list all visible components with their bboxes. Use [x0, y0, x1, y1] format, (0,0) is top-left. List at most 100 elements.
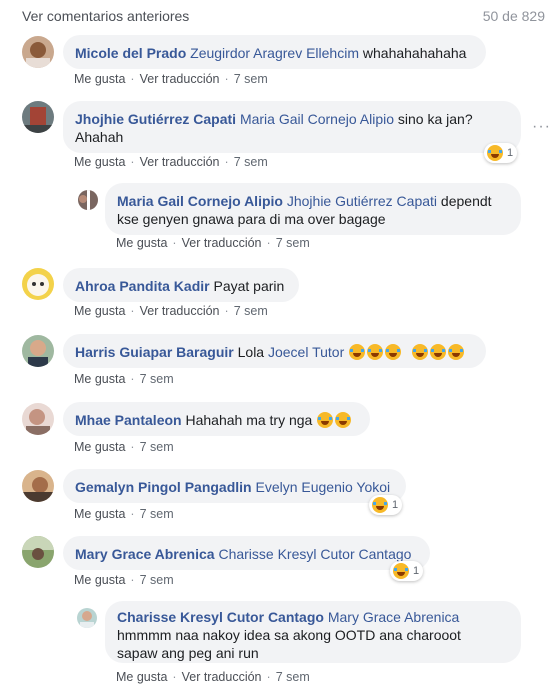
mention-link[interactable]: Jhojhie Gutiérrez Capati: [287, 193, 437, 209]
separator: ·: [172, 670, 177, 684]
laughing-emoji-icon: [487, 145, 503, 161]
comment-bubble: Gemalyn Pingol Pangadlin Evelyn Eugenio …: [63, 469, 406, 503]
comment-text: sino ka jan?: [397, 111, 473, 127]
comment-text: Hahahah ma try nga: [185, 412, 313, 428]
separator: ·: [130, 372, 135, 386]
comment-actions: Me gusta · Ver traducción · 7 sem: [74, 72, 268, 86]
comment-actions: Me gusta · 7 sem: [74, 507, 174, 521]
more-options-icon[interactable]: ···: [532, 118, 551, 136]
separator: ·: [130, 573, 135, 587]
reaction-summary[interactable]: 1: [390, 561, 424, 581]
comment-author[interactable]: Mary Grace Abrenica: [75, 546, 215, 562]
timestamp[interactable]: 7 sem: [140, 440, 174, 454]
timestamp[interactable]: 7 sem: [234, 72, 268, 86]
mention-link[interactable]: Mary Grace Abrenica: [328, 609, 460, 625]
comment-text: sapaw ang peg ani run: [117, 645, 259, 661]
like-button[interactable]: Me gusta: [116, 236, 167, 250]
mention-link[interactable]: Maria Gail Cornejo Alipio: [240, 111, 394, 127]
comment-author[interactable]: Ahroa Pandita Kadir: [75, 278, 210, 294]
avatar[interactable]: [78, 190, 98, 210]
mention-link[interactable]: Evelyn Eugenio Yokoi: [255, 479, 390, 495]
timestamp[interactable]: 7 sem: [140, 573, 174, 587]
see-translation-link[interactable]: Ver traducción: [140, 155, 220, 169]
comment-author[interactable]: Micole del Prado: [75, 45, 186, 61]
like-button[interactable]: Me gusta: [74, 72, 125, 86]
avatar[interactable]: [22, 36, 54, 68]
comment-author[interactable]: Maria Gail Cornejo Alipio: [117, 193, 283, 209]
like-button[interactable]: Me gusta: [74, 155, 125, 169]
separator: ·: [130, 72, 135, 86]
separator: ·: [130, 440, 135, 454]
avatar[interactable]: [77, 608, 97, 628]
see-translation-link[interactable]: Ver traducción: [182, 236, 262, 250]
avatar[interactable]: [22, 403, 54, 435]
laughing-emoji-icon: [317, 412, 334, 428]
comment-author[interactable]: Charisse Kresyl Cutor Cantago: [117, 609, 324, 625]
reaction-summary[interactable]: 1: [484, 143, 518, 163]
comment-actions: Me gusta · 7 sem: [74, 573, 174, 587]
separator: ·: [130, 507, 135, 521]
comment-bubble: Jhojhie Gutiérrez Capati Maria Gail Corn…: [63, 101, 521, 153]
timestamp[interactable]: 7 sem: [276, 670, 310, 684]
laughing-emoji-icon: [448, 344, 465, 360]
reaction-count: 1: [507, 147, 514, 159]
mention-link[interactable]: Joecel Tutor: [268, 344, 344, 360]
avatar[interactable]: [22, 536, 54, 568]
comment-actions: Me gusta · 7 sem: [74, 440, 174, 454]
comment-actions: Me gusta · Ver traducción · 7 sem: [116, 236, 310, 250]
like-button[interactable]: Me gusta: [74, 440, 125, 454]
timestamp[interactable]: 7 sem: [140, 507, 174, 521]
timestamp[interactable]: 7 sem: [140, 372, 174, 386]
separator: ·: [224, 155, 229, 169]
comment-bubble: Micole del Prado Zeugirdor Aragrev Elleh…: [63, 35, 486, 69]
laughing-emoji-icon: [430, 344, 447, 360]
reaction-count: 1: [392, 499, 399, 511]
like-button[interactable]: Me gusta: [74, 304, 125, 318]
comment-text: kse genyen gnawa para di ma over bagage: [117, 211, 386, 227]
laughing-emoji-icon: [372, 497, 388, 513]
separator: ·: [130, 155, 135, 169]
separator: ·: [224, 304, 229, 318]
comment-text: dependt: [440, 193, 492, 209]
comment-text: Lola: [237, 344, 265, 360]
separator: ·: [130, 304, 135, 318]
timestamp[interactable]: 7 sem: [276, 236, 310, 250]
view-previous-comments-link[interactable]: Ver comentarios anteriores: [22, 8, 189, 24]
comment-text: hmmmm naa nakoy idea sa akong OOTD ana c…: [117, 627, 461, 643]
avatar[interactable]: [22, 470, 54, 502]
timestamp[interactable]: 7 sem: [234, 155, 268, 169]
separator: ·: [266, 236, 271, 250]
avatar[interactable]: [22, 268, 54, 300]
like-button[interactable]: Me gusta: [74, 573, 125, 587]
comment-actions: Me gusta · Ver traducción · 7 sem: [116, 670, 310, 684]
comment-author[interactable]: Mhae Pantaleon: [75, 412, 182, 428]
avatar[interactable]: [22, 335, 54, 367]
see-translation-link[interactable]: Ver traducción: [182, 670, 262, 684]
separator: ·: [224, 72, 229, 86]
comment-text: Payat parin: [213, 278, 285, 294]
like-button[interactable]: Me gusta: [74, 507, 125, 521]
comment-actions: Me gusta · Ver traducción · 7 sem: [74, 304, 268, 318]
timestamp[interactable]: 7 sem: [234, 304, 268, 318]
comment-author[interactable]: Jhojhie Gutiérrez Capati: [75, 111, 236, 127]
separator: ·: [172, 236, 177, 250]
like-button[interactable]: Me gusta: [116, 670, 167, 684]
avatar[interactable]: [22, 101, 54, 133]
comment-count: 50 de 829: [482, 8, 545, 24]
mention-link[interactable]: Zeugirdor Aragrev Ellehcim: [190, 45, 359, 61]
laughing-emoji-icon: [349, 344, 366, 360]
comment-author[interactable]: Harris Guiapar Baraguir: [75, 344, 234, 360]
reaction-summary[interactable]: 1: [369, 495, 403, 515]
comment-author[interactable]: Gemalyn Pingol Pangadlin: [75, 479, 252, 495]
comment-text: Ahahah: [75, 129, 124, 145]
see-translation-link[interactable]: Ver traducción: [140, 304, 220, 318]
mention-link[interactable]: Charisse Kresyl Cutor Cantago: [218, 546, 411, 562]
comment-bubble: Harris Guiapar Baraguir Lola Joecel Tuto…: [63, 334, 486, 368]
laughing-emoji-icon: [335, 412, 352, 428]
comment-text: whahahahahaha: [362, 45, 467, 61]
like-button[interactable]: Me gusta: [74, 372, 125, 386]
comment-bubble: Mary Grace Abrenica Charisse Kresyl Cuto…: [63, 536, 430, 570]
laughing-emoji-icon: [385, 344, 402, 360]
comment-actions: Me gusta · Ver traducción · 7 sem: [74, 155, 268, 169]
see-translation-link[interactable]: Ver traducción: [140, 72, 220, 86]
